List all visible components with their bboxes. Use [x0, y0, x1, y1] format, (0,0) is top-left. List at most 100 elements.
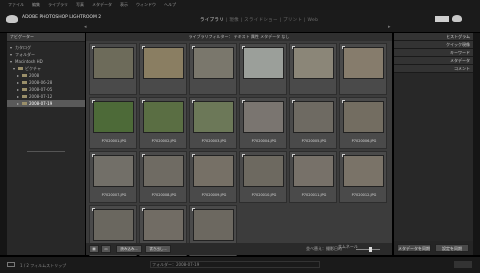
thumbnail-filename: P7020008.JPG — [151, 193, 177, 197]
left-edge[interactable] — [0, 33, 7, 255]
panel-header-navigator[interactable]: ナビゲーター — [7, 33, 85, 42]
folder-row-0712[interactable]: ▸ 2008-07-12 — [7, 93, 85, 100]
thumbnail-size-slider-knob[interactable] — [369, 247, 372, 252]
library-filter-bar[interactable]: ライブラリフィルター： テキスト 属性 メタデータ なし — [86, 33, 392, 41]
module-picker: ライブラリ | 現像 | スライドショー | プリント | Web — [200, 18, 319, 23]
thumbnail-cell[interactable]: P7020004.JPG — [239, 97, 287, 149]
thumbnail-filename: P7020004.JPG — [251, 139, 277, 143]
module-print[interactable]: プリント — [283, 18, 302, 23]
photo-thumbnail[interactable] — [93, 209, 134, 241]
folder-icon — [22, 74, 27, 77]
photo-thumbnail[interactable] — [193, 209, 234, 241]
loupe-view-button[interactable]: ▭ — [101, 245, 111, 253]
folder-row-0628[interactable]: ▸ 2008-06-28 — [7, 79, 85, 86]
photo-thumbnail[interactable] — [293, 155, 334, 187]
folder-row-folders[interactable]: ▾ フォルダー — [7, 51, 85, 58]
thumbnail-cell[interactable] — [89, 43, 137, 95]
right-edge[interactable] — [473, 33, 480, 255]
grid-toolbar: ▦ ▭ 読み込み... 書き出し... 並べ替え：撮影日時 サムネール — [86, 243, 392, 255]
thumbnail-filename: P7020012.JPG — [351, 193, 377, 197]
thumbnail-cell[interactable]: P7020011.JPG — [289, 151, 337, 203]
thumbnail-cell[interactable]: P7020008.JPG — [139, 151, 187, 203]
sort-label[interactable]: 並べ替え：撮影日時 — [306, 246, 342, 252]
photo-thumbnail[interactable] — [293, 101, 334, 133]
menu-help[interactable]: ヘルプ — [164, 2, 176, 8]
export-button[interactable]: 書き出し... — [145, 245, 171, 253]
photo-thumbnail[interactable] — [143, 47, 184, 79]
photo-thumbnail[interactable] — [143, 209, 184, 241]
module-web[interactable]: Web — [308, 18, 319, 23]
photo-thumbnail[interactable] — [143, 101, 184, 133]
collapse-right-arrow-icon[interactable]: ▸ — [388, 24, 391, 30]
filmstrip-toggle-icon[interactable] — [7, 262, 15, 267]
folder-row-2008[interactable]: ▸ 2008 — [7, 72, 85, 79]
filmstrip-filter[interactable] — [454, 261, 472, 268]
module-library[interactable]: ライブラリ — [200, 18, 224, 23]
module-develop[interactable]: 現像 — [229, 18, 239, 23]
thumbnail-cell[interactable]: P7020009.JPG — [189, 151, 237, 203]
import-button[interactable]: 読み込み... — [116, 245, 142, 253]
left-panel: ナビゲーター ▾ カタログ ▾ フォルダー ▾ Macintosh HD ▾ ピクチャ … — [7, 33, 85, 255]
thumbnail-filename: P7020001.JPG — [101, 139, 127, 143]
thumbnail-cell[interactable]: P7020002.JPG — [139, 97, 187, 149]
panel-header-metadata[interactable]: メタデータ — [394, 57, 473, 65]
filmstrip-info: 1 / 2 フィルムストリップ — [20, 263, 67, 268]
photo-thumbnail[interactable] — [243, 47, 284, 79]
thumbnail-cell[interactable]: P7020006.JPG — [339, 97, 387, 149]
sync-metadata-button[interactable]: メタデータを同期 — [397, 244, 431, 252]
photo-thumbnail[interactable] — [193, 155, 234, 187]
thumbnail-cell[interactable]: P7020007.JPG — [89, 151, 137, 203]
photo-thumbnail[interactable] — [93, 155, 134, 187]
thumbnail-cell[interactable]: P7020001.JPG — [89, 97, 137, 149]
menu-view[interactable]: 表示 — [120, 2, 128, 8]
thumbnail-filename: P7020003.JPG — [201, 139, 227, 143]
photo-thumbnail[interactable] — [193, 101, 234, 133]
menu-window[interactable]: ウィンドウ — [136, 2, 156, 8]
thumbnail-cell[interactable] — [289, 43, 337, 95]
menu-metadata[interactable]: メタデータ — [92, 2, 112, 8]
grid-view: ライブラリフィルター： テキスト 属性 メタデータ なし P7020001.JP… — [86, 33, 392, 257]
thumbnail-cell[interactable]: P7020012.JPG — [339, 151, 387, 203]
photo-thumbnail[interactable] — [343, 47, 384, 79]
thumbnail-filename: P7020007.JPG — [101, 193, 127, 197]
thumbnail-filename: P7020006.JPG — [351, 139, 377, 143]
menu-library[interactable]: ライブラリ — [48, 2, 68, 8]
panel-header-comments[interactable]: コメント — [394, 65, 473, 73]
panel-header-histogram[interactable]: ヒストグラム — [394, 33, 473, 41]
filmstrip-source: フォルダー：2008-07-19 — [152, 262, 200, 267]
folder-row-0719[interactable]: ▸ 2008-07-19 — [7, 100, 85, 107]
photo-thumbnail[interactable] — [343, 155, 384, 187]
module-slideshow[interactable]: スライドショー — [244, 18, 278, 23]
panel-header-quick-develop[interactable]: クイック現像 — [394, 41, 473, 49]
panel-header-keywords[interactable]: キーワード — [394, 49, 473, 57]
thumbnail-size-label: サムネール — [338, 244, 358, 249]
collapse-left-arrow-icon[interactable]: ◂ — [84, 24, 87, 30]
thumbnail-cell[interactable] — [339, 43, 387, 95]
thumbnail-cell[interactable] — [139, 43, 187, 95]
thumbnail-size-slider[interactable] — [356, 249, 380, 250]
photo-thumbnail[interactable] — [93, 101, 134, 133]
photo-thumbnail[interactable] — [243, 155, 284, 187]
thumbnail-cell[interactable] — [189, 43, 237, 95]
grid-view-button[interactable]: ▦ — [89, 245, 99, 253]
photo-thumbnail[interactable] — [93, 47, 134, 79]
photo-thumbnail[interactable] — [243, 101, 284, 133]
folder-row-catalog[interactable]: ▾ カタログ — [7, 44, 85, 51]
photo-thumbnail[interactable] — [293, 47, 334, 79]
folder-row-pictures[interactable]: ▾ ピクチャ — [7, 65, 85, 72]
thumbnail-cell[interactable] — [239, 43, 287, 95]
folder-row-volume[interactable]: ▾ Macintosh HD — [7, 58, 85, 65]
photo-thumbnail[interactable] — [143, 155, 184, 187]
menu-file[interactable]: ファイル — [8, 2, 24, 8]
menu-bar: ファイル 編集 ライブラリ 写真 メタデータ 表示 ウィンドウ ヘルプ — [0, 0, 480, 10]
menu-edit[interactable]: 編集 — [32, 2, 40, 8]
thumbnail-cell[interactable]: P7020005.JPG — [289, 97, 337, 149]
folder-row-0705[interactable]: ▸ 2008-07-05 — [7, 86, 85, 93]
photo-thumbnail[interactable] — [193, 47, 234, 79]
thumbnail-filename: P7020011.JPG — [301, 193, 327, 197]
sync-settings-button[interactable]: 設定を同期 — [435, 244, 469, 252]
thumbnail-cell[interactable]: P7020010.JPG — [239, 151, 287, 203]
menu-photo[interactable]: 写真 — [76, 2, 84, 8]
thumbnail-cell[interactable]: P7020003.JPG — [189, 97, 237, 149]
photo-thumbnail[interactable] — [343, 101, 384, 133]
